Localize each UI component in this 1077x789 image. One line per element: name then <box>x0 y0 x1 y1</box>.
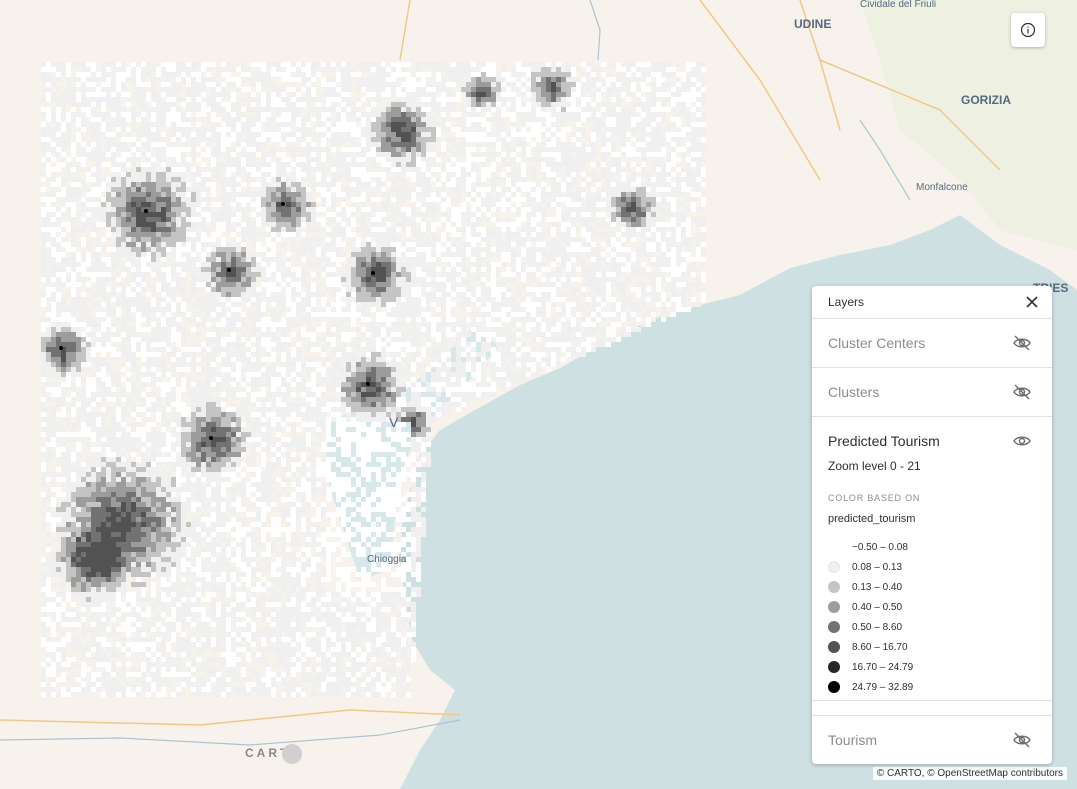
place-label-cividale: Cividale del Friuli <box>860 0 937 10</box>
legend-swatch <box>828 561 840 573</box>
layer-name: Cluster Centers <box>828 335 926 351</box>
info-button[interactable] <box>1011 13 1045 47</box>
eye-icon[interactable] <box>1012 431 1032 451</box>
layer-row-cluster-centers[interactable]: Cluster Centers <box>812 319 1052 368</box>
city-dot <box>227 268 231 272</box>
legend-item: 16.70 – 24.79 <box>828 657 1032 677</box>
place-label-venezia: V <box>389 414 399 430</box>
layer-name: Predicted Tourism <box>828 433 940 449</box>
layer-name: Tourism <box>828 732 878 748</box>
legend-item: 0.40 – 0.50 <box>828 597 1032 617</box>
city-dot <box>366 382 370 386</box>
layers-panel: Layers Cluster Centers Clusters Predicte… <box>812 286 1052 764</box>
legend-item: 8.60 – 16.70 <box>828 637 1032 657</box>
legend-swatch <box>828 541 840 553</box>
legend-label: 0.13 – 0.40 <box>852 581 903 593</box>
legend-swatch <box>828 661 840 673</box>
layers-panel-title: Layers <box>828 295 865 309</box>
map-attribution[interactable]: © CARTO, © OpenStreetMap contributors <box>872 767 1067 780</box>
place-label-udine: UDINE <box>794 17 832 31</box>
legend-swatch <box>828 581 840 593</box>
legend-label: 16.70 – 24.79 <box>852 661 914 673</box>
legend-label: −0.50 – 0.08 <box>852 541 908 553</box>
legend-item: 24.79 – 32.89 <box>828 677 1032 697</box>
info-icon <box>1020 22 1036 38</box>
eye-off-icon[interactable] <box>1012 382 1032 402</box>
city-dot <box>371 271 375 275</box>
city-dot <box>209 436 213 440</box>
legend-label: 24.79 – 32.89 <box>852 681 914 693</box>
legend: −0.50 – 0.08 0.08 – 0.13 0.13 – 0.40 0.40 –… <box>828 537 1032 697</box>
place-label-chioggia: Chioggia <box>367 554 407 565</box>
legend-swatch <box>828 601 840 613</box>
legend-label: 8.60 – 16.70 <box>852 641 908 653</box>
layer-row-tourism[interactable]: Tourism <box>812 715 1052 764</box>
carto-logo: CART <box>245 744 303 764</box>
legend-item: 0.50 – 8.60 <box>828 617 1032 637</box>
legend-label: 0.50 – 8.60 <box>852 621 903 633</box>
color-attribute-name: predicted_tourism <box>828 513 916 525</box>
legend-label: 0.08 – 0.13 <box>852 561 903 573</box>
eye-off-icon[interactable] <box>1012 730 1032 750</box>
close-button[interactable] <box>1024 294 1040 310</box>
legend-swatch <box>828 621 840 633</box>
layers-panel-header: Layers <box>812 286 1052 319</box>
city-dot <box>144 209 148 213</box>
zoom-level-text: Zoom level 0 - 21 <box>828 459 921 473</box>
carto-logo-dot <box>282 744 303 764</box>
legend-label: 0.40 – 0.50 <box>852 601 903 613</box>
city-dot <box>281 202 285 206</box>
eye-off-icon[interactable] <box>1012 333 1032 353</box>
legend-item: 0.08 – 0.13 <box>828 557 1032 577</box>
legend-item: −0.50 – 0.08 <box>828 537 1032 557</box>
legend-item: 0.13 – 0.40 <box>828 577 1032 597</box>
color-based-on-label: COLOR BASED ON <box>828 493 921 503</box>
city-dot <box>59 346 63 350</box>
layer-header: Predicted Tourism <box>828 431 1032 451</box>
layer-row-predicted-tourism[interactable]: Predicted Tourism Zoom level 0 - 21 COLO… <box>812 417 1052 701</box>
layer-row-clusters[interactable]: Clusters <box>812 368 1052 417</box>
place-label-gorizia: GORIZIA <box>961 93 1011 107</box>
legend-swatch <box>828 641 840 653</box>
legend-swatch <box>828 681 840 693</box>
layer-name: Clusters <box>828 384 880 400</box>
place-label-monfalcone: Monfalcone <box>916 182 968 193</box>
close-icon <box>1026 296 1038 308</box>
